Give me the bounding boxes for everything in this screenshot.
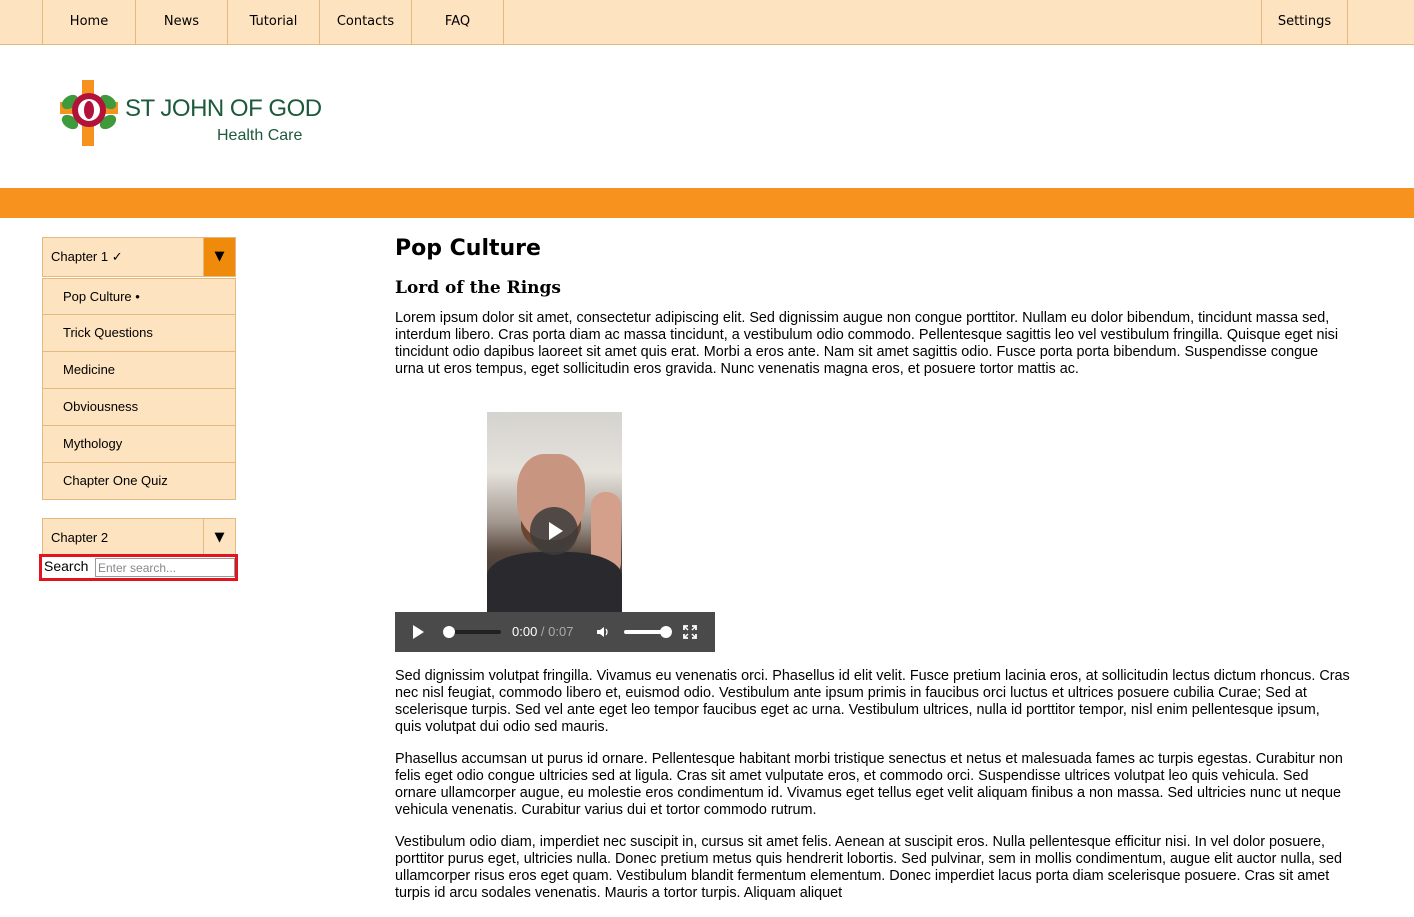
top-nav: Home News Tutorial Contacts FAQ Settings bbox=[0, 0, 1414, 45]
video-hood bbox=[487, 552, 622, 612]
chapter-1-toggle[interactable]: ▼ bbox=[203, 238, 235, 276]
volume-icon[interactable] bbox=[596, 625, 610, 639]
sidebar-item-pop-culture[interactable]: Pop Culture • bbox=[42, 278, 236, 315]
search-box: Search bbox=[39, 554, 238, 581]
volume-knob[interactable] bbox=[660, 626, 672, 638]
chapter-1-header[interactable]: Chapter 1 ✓ ▼ bbox=[42, 237, 236, 277]
chapter-2-toggle[interactable]: ▼ bbox=[203, 519, 235, 557]
play-overlay-icon[interactable] bbox=[530, 507, 578, 555]
section-title: Lord of the Rings bbox=[395, 278, 561, 298]
chapter-2-header[interactable]: Chapter 2 ▼ bbox=[42, 518, 236, 558]
time-display: 0:00 / 0:07 bbox=[512, 624, 573, 639]
nav-faq[interactable]: FAQ bbox=[411, 0, 504, 44]
video-controls: 0:00 / 0:07 bbox=[395, 612, 715, 652]
play-icon[interactable] bbox=[413, 625, 424, 639]
nav-news[interactable]: News bbox=[135, 0, 228, 44]
logo-title: ST JOHN OF GOD bbox=[125, 95, 322, 122]
fullscreen-icon[interactable] bbox=[683, 625, 697, 639]
progress-knob[interactable] bbox=[443, 626, 455, 638]
cross-emblem-icon bbox=[60, 80, 118, 146]
search-label: Search bbox=[44, 558, 89, 574]
sidebar-item-mythology[interactable]: Mythology bbox=[42, 426, 236, 463]
paragraph: Sed dignissim volutpat fringilla. Vivamu… bbox=[395, 668, 1350, 735]
site-logo[interactable]: ST JOHN OF GOD Health Care bbox=[58, 78, 322, 150]
sidebar-item-medicine[interactable]: Medicine bbox=[42, 352, 236, 389]
nav-contacts[interactable]: Contacts bbox=[319, 0, 412, 44]
chapter-2-label: Chapter 2 bbox=[51, 530, 109, 545]
paragraph: Vestibulum odio diam, imperdiet nec susc… bbox=[395, 834, 1343, 901]
sidebar-item-obviousness[interactable]: Obviousness bbox=[42, 389, 236, 426]
page-title: Pop Culture bbox=[395, 236, 541, 261]
article-body: Sed dignissim volutpat fringilla. Vivamu… bbox=[395, 668, 1350, 917]
volume-slider[interactable] bbox=[624, 626, 672, 638]
time-current: 0:00 bbox=[512, 624, 538, 639]
paragraph: Lorem ipsum dolor sit amet, consectetur … bbox=[395, 310, 1339, 377]
main-content: Pop Culture Lord of the Rings Lorem ipsu… bbox=[395, 234, 1350, 901]
sidebar-item-chapter-one-quiz[interactable]: Chapter One Quiz bbox=[42, 463, 236, 500]
nav-tutorial[interactable]: Tutorial bbox=[227, 0, 320, 44]
chapter-1-menu: Pop Culture • Trick Questions Medicine O… bbox=[42, 278, 236, 500]
video-player[interactable]: 0:00 / 0:07 bbox=[395, 412, 715, 652]
video-frame[interactable] bbox=[487, 412, 622, 612]
logo-subtitle: Health Care bbox=[217, 127, 303, 144]
paragraph: Phasellus accumsan ut purus id ornare. P… bbox=[395, 751, 1343, 818]
nav-home[interactable]: Home bbox=[42, 0, 136, 44]
orange-banner bbox=[0, 188, 1414, 218]
chapter-1-label: Chapter 1 ✓ bbox=[51, 249, 123, 264]
nav-settings[interactable]: Settings bbox=[1261, 0, 1348, 44]
sidebar-item-trick-questions[interactable]: Trick Questions bbox=[42, 315, 236, 352]
time-separator: / bbox=[537, 624, 549, 639]
progress-bar[interactable] bbox=[443, 626, 501, 638]
time-duration: 0:07 bbox=[548, 624, 574, 639]
search-input[interactable] bbox=[95, 558, 235, 577]
